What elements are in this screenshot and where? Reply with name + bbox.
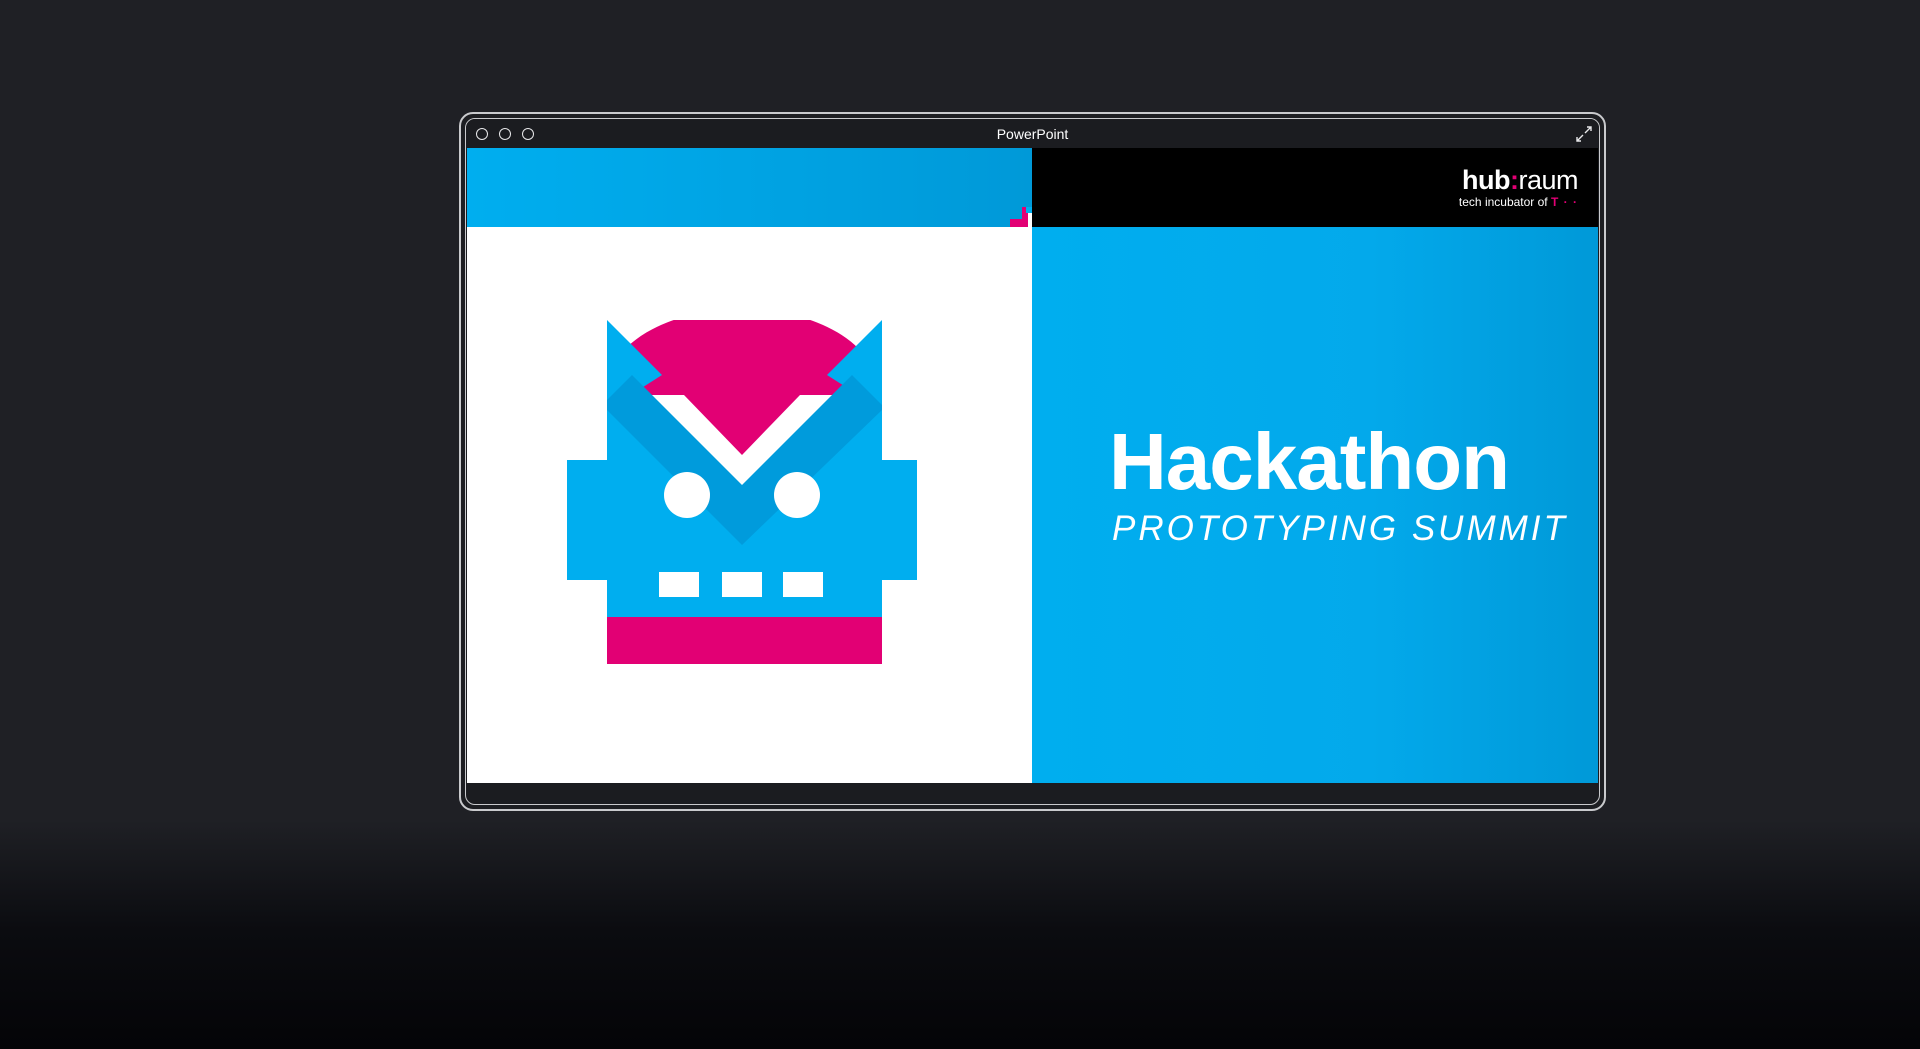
exit-fullscreen-icon[interactable]: [1575, 125, 1593, 143]
slide-right-panel: Hackathon PROTOTYPING SUMMIT: [1032, 227, 1598, 783]
slide-headline: Hackathon: [1109, 417, 1510, 506]
logo-tagline-row: tech incubator of T · ·: [1453, 195, 1578, 209]
powerpoint-window: PowerPoint hub:raum tech incubator of T …: [459, 112, 1606, 811]
logo-tagline: tech incubator of: [1458, 195, 1548, 209]
logo-wordmark: hub:raum: [1453, 166, 1578, 194]
hubraum-logo: hub:raum tech incubator of T · ·: [1453, 166, 1579, 209]
robot-mascot-icon: [567, 320, 917, 664]
slide-canvas: hub:raum tech incubator of T · · Hackath…: [467, 148, 1598, 783]
logo-raum: raum: [1518, 165, 1578, 195]
logo-hub: hub: [1462, 165, 1510, 195]
slide-left-panel: [467, 227, 1032, 783]
slide-subheadline: PROTOTYPING SUMMIT: [1112, 509, 1568, 548]
corner-step-mark: [1010, 207, 1032, 227]
telekom-t-icon: T · ·: [1551, 195, 1578, 209]
slide-top-band-black: hub:raum tech incubator of T · ·: [1032, 148, 1598, 227]
title-bar[interactable]: PowerPoint: [466, 119, 1599, 147]
slide-top-band-cyan: [467, 148, 1032, 227]
window-title: PowerPoint: [996, 126, 1069, 142]
window-frame: PowerPoint hub:raum tech incubator of T …: [465, 118, 1600, 805]
